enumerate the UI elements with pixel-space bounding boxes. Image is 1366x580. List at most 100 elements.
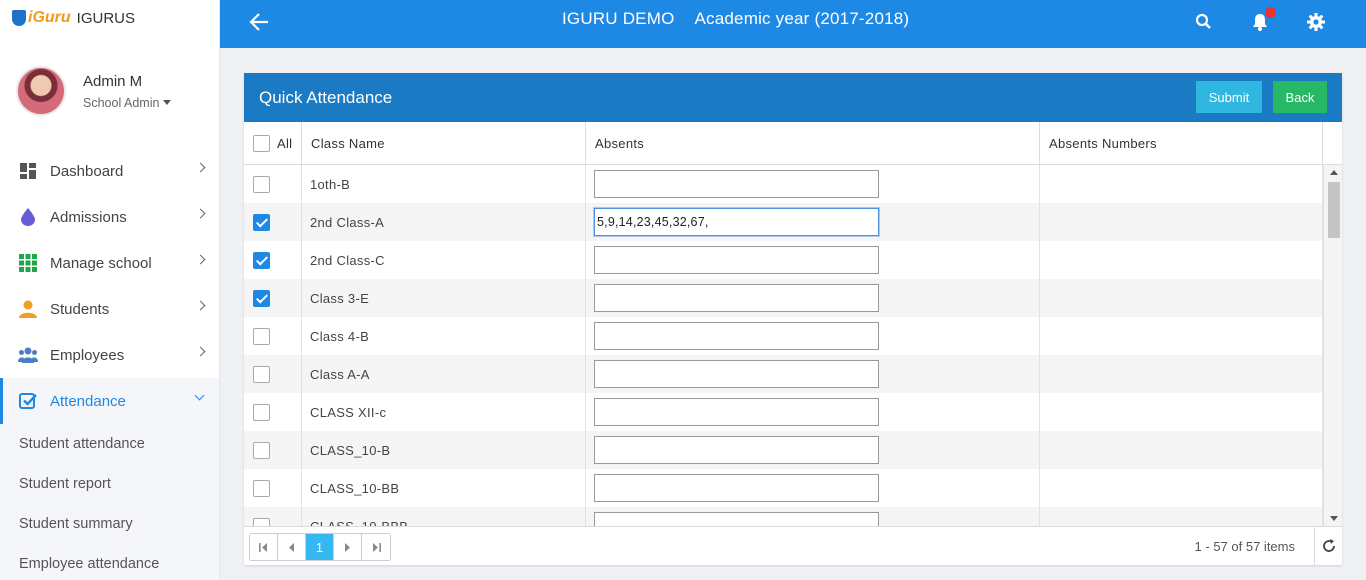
sidebar-item-manage-school[interactable]: Manage school: [0, 240, 219, 286]
absents-input[interactable]: [594, 246, 879, 274]
sidebar: iGuru IGURUS Admin M School Admin Dashbo…: [0, 0, 220, 580]
absents-input[interactable]: [594, 398, 879, 426]
panel-header: Quick Attendance Submit Back: [244, 73, 1342, 122]
quick-attendance-panel: Quick Attendance Submit Back All Class N…: [244, 73, 1342, 565]
back-button[interactable]: Back: [1273, 81, 1327, 113]
class-name-cell: CLASS_10-B: [302, 431, 586, 469]
sidebar-item-label: Attendance: [50, 392, 126, 410]
panel-title: Quick Attendance: [259, 87, 393, 107]
absents-numbers-cell: [1040, 507, 1323, 526]
brand-logo-text: iGuru: [28, 9, 71, 26]
column-header-absents[interactable]: Absents: [586, 122, 1040, 164]
chevron-right-icon: [195, 162, 206, 173]
user-profile[interactable]: Admin M School Admin: [16, 66, 172, 116]
submenu-item-student-report[interactable]: Student report: [0, 464, 219, 504]
sidebar-item-admissions[interactable]: Admissions: [0, 194, 219, 240]
gear-icon[interactable]: [1306, 12, 1326, 32]
grid-body[interactable]: 1oth-B 2nd Class-A 2nd Class-C Class 3-E: [244, 165, 1342, 526]
class-name-cell: 2nd Class-C: [302, 241, 586, 279]
next-page-icon[interactable]: [334, 534, 362, 560]
submenu-item-student-summary[interactable]: Student summary: [0, 504, 219, 544]
sidebar-item-label: Manage school: [50, 254, 152, 272]
table-row: CLASS XII-c: [244, 393, 1342, 431]
absents-input[interactable]: [594, 208, 879, 236]
sidebar-item-label: Students: [50, 300, 110, 318]
row-checkbox[interactable]: [253, 175, 270, 193]
dashboard-icon: [18, 161, 38, 181]
sidebar-item-attendance[interactable]: Attendance: [0, 378, 219, 424]
select-all-checkbox[interactable]: [253, 134, 270, 152]
brand[interactable]: iGuru IGURUS: [0, 0, 219, 36]
droplet-icon: [18, 207, 38, 227]
table-row: 2nd Class-C: [244, 241, 1342, 279]
pager-info: 1 - 57 of 57 items: [1194, 539, 1295, 554]
sidebar-item-employees[interactable]: Employees: [0, 332, 219, 378]
class-name-cell: Class 3-E: [302, 279, 586, 317]
sidebar-item-students[interactable]: Students: [0, 286, 219, 332]
select-all-header[interactable]: All: [244, 122, 302, 164]
absents-input[interactable]: [594, 474, 879, 502]
notification-badge: [1265, 7, 1276, 18]
row-checkbox[interactable]: [253, 479, 270, 497]
scroll-up-arrow-icon[interactable]: [1330, 170, 1338, 175]
refresh-icon[interactable]: [1314, 527, 1342, 565]
scroll-down-arrow-icon[interactable]: [1330, 516, 1338, 521]
chevron-right-icon: [195, 300, 206, 311]
back-arrow-icon[interactable]: [248, 10, 272, 34]
row-checkbox[interactable]: [253, 327, 270, 345]
row-checkbox[interactable]: [253, 365, 270, 383]
absents-input[interactable]: [594, 322, 879, 350]
row-checkbox[interactable]: [253, 403, 270, 421]
sidebar-item-label: Dashboard: [50, 162, 124, 180]
page-number-button[interactable]: 1: [306, 534, 334, 560]
table-row: 2nd Class-A: [244, 203, 1342, 241]
select-all-label: All: [277, 135, 293, 151]
checkbox-icon: [18, 391, 38, 411]
table-row: 1oth-B: [244, 165, 1342, 203]
brand-logo: iGuru: [12, 9, 71, 27]
submenu-item-employee-attendance[interactable]: Employee attendance: [0, 544, 219, 580]
submit-button[interactable]: Submit: [1196, 81, 1262, 113]
profile-role-dropdown[interactable]: School Admin: [83, 96, 172, 110]
absents-numbers-cell: [1040, 241, 1323, 279]
avatar[interactable]: [16, 66, 66, 116]
submenu-item-student-attendance[interactable]: Student attendance: [0, 424, 219, 464]
row-checkbox[interactable]: [253, 251, 270, 269]
caret-down-icon: [163, 100, 172, 105]
class-name-cell: Class 4-B: [302, 317, 586, 355]
absents-input[interactable]: [594, 436, 879, 464]
prev-page-icon[interactable]: [278, 534, 306, 560]
absents-input[interactable]: [594, 512, 879, 526]
vertical-scrollbar[interactable]: [1323, 165, 1342, 526]
scrollbar-thumb[interactable]: [1328, 182, 1340, 238]
row-checkbox[interactable]: [253, 213, 270, 231]
row-checkbox[interactable]: [253, 441, 270, 459]
grid-icon: [18, 253, 38, 273]
row-checkbox[interactable]: [253, 289, 270, 307]
app-name: IGURU DEMO: [562, 9, 675, 28]
search-icon[interactable]: [1194, 12, 1214, 32]
column-header-absents-numbers[interactable]: Absents Numbers: [1040, 122, 1323, 164]
absents-numbers-cell: [1040, 317, 1323, 355]
sidebar-item-dashboard[interactable]: Dashboard: [0, 148, 219, 194]
brand-name: IGURUS: [76, 9, 136, 27]
attendance-submenu: Student attendance Student report Studen…: [0, 424, 219, 580]
absents-numbers-cell: [1040, 355, 1323, 393]
first-page-icon[interactable]: [250, 534, 278, 560]
column-header-class-name[interactable]: Class Name: [302, 122, 586, 164]
table-row: Class A-A: [244, 355, 1342, 393]
chevron-right-icon: [195, 254, 206, 265]
grid-header: All Class Name Absents Absents Numbers: [244, 122, 1342, 165]
last-page-icon[interactable]: [362, 534, 390, 560]
chevron-down-icon: [194, 390, 205, 401]
absents-input[interactable]: [594, 360, 879, 388]
sidebar-item-label: Employees: [50, 346, 125, 364]
notification-bell-icon[interactable]: [1250, 7, 1276, 32]
absents-input[interactable]: [594, 170, 879, 198]
absents-input[interactable]: [594, 284, 879, 312]
absents-numbers-cell: [1040, 279, 1323, 317]
chevron-right-icon: [195, 346, 206, 357]
profile-name: Admin M: [83, 72, 143, 90]
row-checkbox[interactable]: [253, 517, 270, 526]
page-header-title: IGURU DEMO Academic year (2017-2018): [562, 9, 925, 29]
